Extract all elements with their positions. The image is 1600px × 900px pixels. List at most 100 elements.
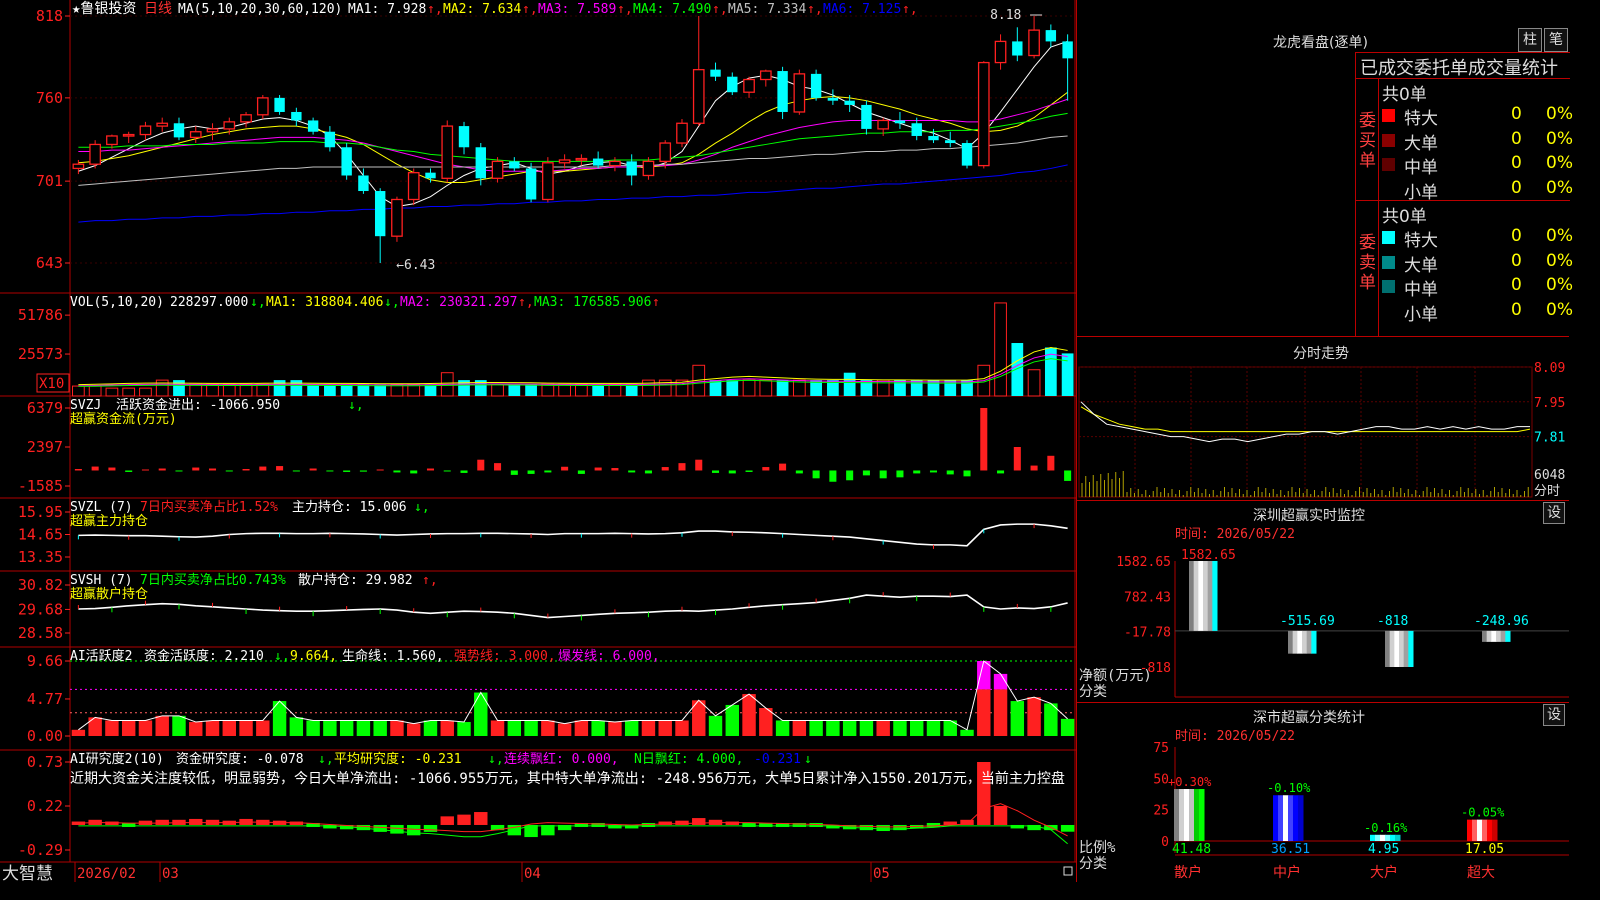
- trend-arrow: ↓,: [274, 649, 290, 664]
- volume-bar: [290, 380, 303, 396]
- candle-body: [391, 198, 403, 237]
- order-percent: 0%: [1546, 128, 1573, 149]
- fund-flow-bar: [158, 468, 166, 471]
- column-view-button[interactable]: 柱: [1518, 28, 1542, 52]
- fund-flow-bar: [846, 470, 854, 481]
- trend-arrow: ↑,: [902, 2, 918, 17]
- candle-body: [1012, 41, 1023, 56]
- kline-svg[interactable]: 643 701 760 818 8.18 ←6.43 ★鲁银投资 日线 MA(5,10,20,3…: [0, 0, 1077, 884]
- candle-body: [274, 97, 285, 112]
- order-count: 0: [1511, 153, 1522, 173]
- activity-bar: [339, 720, 354, 736]
- activity-bar: [356, 720, 371, 736]
- date-label: 03: [162, 866, 179, 882]
- classify-bar: [1492, 819, 1498, 841]
- order-percent: 0%: [1546, 153, 1573, 173]
- activity-bar: [457, 722, 471, 736]
- tick-view-button[interactable]: 笔: [1544, 28, 1568, 52]
- monitor-bar: [1394, 630, 1400, 667]
- activity-bar: [977, 689, 991, 736]
- price-tick-label: 643: [36, 254, 63, 272]
- volume-bar: [88, 385, 102, 397]
- legend-swatch: [1382, 158, 1395, 171]
- monitor-bar-value: -515.69: [1280, 614, 1335, 629]
- research-bar: [407, 824, 421, 836]
- ai1-strong-line: 强势线: 3.000,: [454, 648, 556, 664]
- classify-bar: [1184, 789, 1190, 841]
- candle-body: [240, 114, 252, 123]
- candle-body: [558, 159, 571, 164]
- activity-bar: [859, 720, 874, 736]
- dragon-title: 龙虎看盘(逐单): [1273, 35, 1368, 51]
- monitor-bar: [1505, 630, 1511, 642]
- candle-body: [291, 111, 302, 121]
- fund-flow-bar: [410, 470, 418, 474]
- classify-bar: [1395, 834, 1401, 841]
- research-bar: [993, 806, 1008, 825]
- activity-bar: [826, 720, 840, 736]
- volume-bar: [541, 383, 555, 397]
- monitor-bar: [1207, 561, 1213, 631]
- classify-bar: [1380, 834, 1386, 841]
- fund-flow-bar: [695, 459, 703, 471]
- classify-bar: [1370, 834, 1376, 841]
- trend-arrow: ↑,: [522, 2, 538, 17]
- research-bar: [692, 818, 706, 825]
- volume-bar: [139, 387, 152, 397]
- high-price-mark: 8.18: [990, 8, 1021, 23]
- monitor-bar: [1198, 561, 1204, 631]
- order-count: 0: [1511, 250, 1522, 271]
- price-tick-label: 760: [36, 89, 63, 107]
- vol-ma2: MA2: 230321.297: [400, 295, 517, 310]
- monitor-tick-label: -17.78: [1124, 626, 1171, 641]
- fund-flow-bar: [862, 470, 870, 476]
- svzj-tick-label: -1585: [18, 477, 63, 495]
- fund-flow-bar: [963, 470, 971, 477]
- candle-body: [441, 125, 454, 179]
- fund-flow-bar: [728, 470, 736, 474]
- candle-body: [861, 104, 872, 129]
- monitor-ylabel: 净额(万元): [1079, 668, 1152, 684]
- activity-bar: [256, 720, 270, 736]
- svzl-subtitle: 超赢主力持仓: [70, 513, 148, 529]
- fund-flow-bar: [276, 466, 284, 471]
- activity-bar: [239, 720, 253, 736]
- activity-bar: [725, 704, 739, 736]
- candle-body: [710, 69, 721, 77]
- order-count: 0: [1511, 275, 1522, 295]
- date-label: 05: [873, 866, 890, 882]
- size-class-label: 大单: [1404, 255, 1438, 276]
- fund-flow-bar: [678, 463, 686, 471]
- candle-body: [877, 119, 890, 130]
- date-label: 2026/02: [77, 866, 136, 882]
- intraday-tick-label: 8.09: [1534, 361, 1565, 376]
- candle-body: [89, 143, 101, 165]
- size-class-label: 小单: [1404, 304, 1438, 325]
- classify-value: 36.51: [1271, 842, 1310, 857]
- svsh-tick-label: 28.58: [18, 624, 63, 642]
- intraday-panel: 分时走势 7.81 7.95 8.09 6048 分时: [1077, 336, 1569, 501]
- kline-chart-area[interactable]: 643 701 760 818 8.18 ←6.43 ★鲁银投资 日线 MA(5,10,20,3…: [0, 0, 1077, 884]
- dragon-table: 已成交委托单成交量统计 委买单 委卖单 共0单 共0单 特大 0 0% 大单 0 0% 中单…: [1355, 52, 1573, 337]
- intraday-svg[interactable]: 7.81 7.95 8.09 6048分时: [1077, 337, 1569, 501]
- activity-bar: [792, 720, 807, 736]
- volume-bar: [173, 380, 185, 396]
- size-class-label: 中单: [1404, 158, 1438, 178]
- monitor-bar-value: -248.96: [1474, 614, 1529, 629]
- fund-flow-bar: [829, 470, 837, 482]
- activity-bar: [189, 722, 203, 736]
- activity-bar: [490, 720, 505, 736]
- candle-body: [156, 122, 169, 127]
- volume-bar: [843, 372, 856, 396]
- classify-bar: [1390, 834, 1396, 841]
- trend-arrow: ↑,: [617, 2, 633, 17]
- svzj-tick-label: 2397: [27, 438, 63, 456]
- vol-label: VOL(5,10,20): [70, 295, 164, 310]
- volume-bar: [122, 387, 136, 397]
- candle-body: [475, 147, 486, 179]
- brand-label: 大智慧: [2, 864, 53, 882]
- activity-bar: [390, 720, 404, 736]
- classify-bar: [1298, 795, 1304, 841]
- candle-body: [626, 161, 637, 176]
- candle-body: [911, 123, 922, 136]
